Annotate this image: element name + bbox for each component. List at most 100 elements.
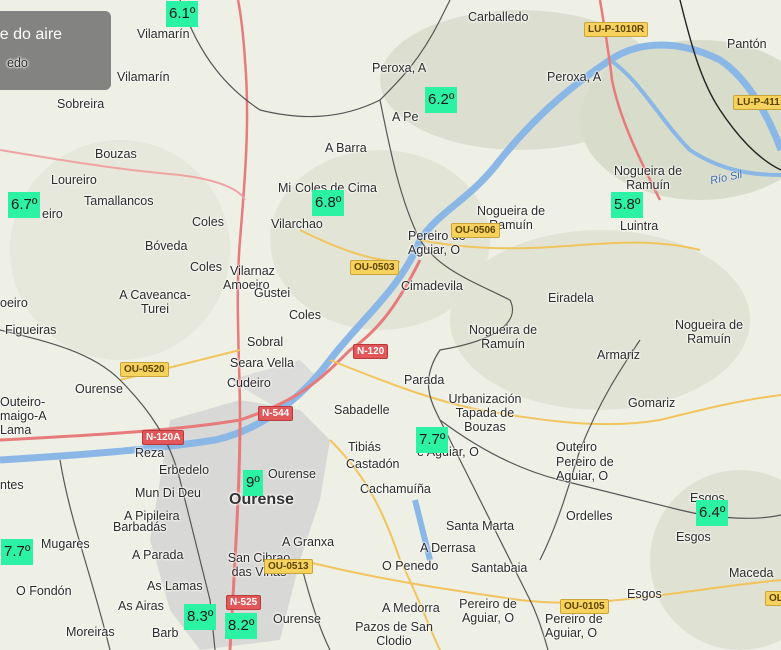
place-figueiras: Figueiras	[5, 323, 57, 337]
road-shield-ou-0513: OU-0513	[264, 559, 313, 574]
place-mun-di-deu: Mun Di Deu	[135, 486, 201, 500]
place-armariz: Armariz	[597, 348, 641, 362]
place-coles: Coles	[289, 308, 321, 322]
temperature-badge[interactable]: 6.4º	[696, 500, 729, 526]
place-carballedo: Carballedo	[468, 10, 529, 24]
temperature-badge[interactable]: 7.7º	[416, 427, 449, 453]
place-reza: Reza	[135, 446, 165, 460]
place-barbadas: Barbadás	[113, 520, 167, 534]
road-shield-ou: OL	[765, 591, 781, 606]
place-a-granxa: A Granxa	[282, 535, 335, 549]
place-tibias: Tibiás	[348, 440, 381, 454]
layer-panel-title: ade do aire	[0, 26, 63, 43]
place-vilamarin: Vilamarín	[117, 70, 170, 84]
place-seara-vella: Seara Vella	[230, 356, 294, 370]
place-barbadas: Barb	[152, 626, 179, 640]
place-vilarnaz: Vilarnaz	[230, 264, 275, 278]
place-loureiro: eiro	[42, 207, 63, 221]
place-gustei: Gustei	[254, 286, 291, 300]
place-sabadelle: Sabadelle	[334, 403, 390, 417]
place-castadon: Castadón	[346, 457, 400, 471]
road-shield-n-544: N-544	[258, 406, 294, 421]
place-ourense: Ourense	[268, 467, 316, 481]
place-pereiro-de-aguiar: Pereiro de Aguiar, O	[556, 455, 614, 483]
place-esgos: Esgos	[627, 587, 662, 601]
place-coles: Coles	[192, 215, 224, 229]
place-bouzas: Bouzas	[95, 147, 137, 161]
place-ourense: Ourense	[75, 382, 123, 396]
place-sobreira: Sobreira	[57, 97, 105, 111]
temperature-badge[interactable]: 7.7º	[1, 539, 34, 565]
place-erbedelo: Erbedelo	[159, 463, 210, 477]
place-parada: Parada	[404, 373, 445, 387]
place-tamallancos: Tamallancos	[84, 194, 154, 208]
place-cachamuina: Cachamuíña	[360, 482, 431, 496]
place-ordelles: Ordelles	[566, 509, 613, 523]
place-sobral: Sobral	[247, 335, 284, 349]
place-gomariz: Gomariz	[628, 396, 676, 410]
place-a-medorra: A Medorra	[382, 601, 440, 615]
temperature-badge[interactable]: 5.8º	[611, 192, 644, 218]
place-a-barra: A Barra	[325, 141, 367, 155]
temperature-badge[interactable]: 9º	[243, 470, 263, 496]
place-maceda: Maceda	[729, 566, 774, 580]
temperature-badge[interactable]: 6.7º	[8, 192, 41, 218]
road-shield-n-525: N-525	[226, 595, 262, 610]
place-urbanizacion-tapada-de-bouzas: Urbanización Tapada de Bouzas	[448, 392, 522, 434]
place-o-penedo: O Penedo	[382, 559, 439, 573]
place-outeiro-maigo-a-lama: Outeiro-maigo-A Lama	[0, 395, 46, 437]
temperature-badge[interactable]: 8.3º	[184, 604, 217, 630]
place-amoeiro: oeiro	[0, 296, 28, 310]
boundary-line	[59, 459, 111, 650]
place-edo: edo	[7, 56, 28, 70]
place-a-caveanca-turei: A Caveanca-Turei	[119, 288, 191, 316]
road-shield-ou-0105: OU-0105	[560, 599, 609, 614]
temperature-badge[interactable]: 6.8º	[312, 190, 345, 216]
road-shield-lu-p-411: LU-P-411	[733, 95, 781, 110]
place-outeiro: Outeiro	[556, 440, 597, 454]
map-base-layer	[0, 0, 781, 650]
temperature-badge[interactable]: 6.1º	[166, 1, 199, 27]
temperature-badge[interactable]: 6.2º	[425, 87, 458, 113]
road-shield-ou-0506: OU-0506	[451, 223, 500, 238]
road-shield-n-120a: N-120A	[142, 430, 185, 445]
place-as-lamas: As Lamas	[147, 579, 203, 593]
place-vilarchao: Vilarchao	[271, 217, 323, 231]
place-santabaia: Santabaia	[471, 561, 528, 575]
map-canvas[interactable]: ade do aire Río Sil Carballedo Pantón Pe…	[0, 0, 781, 650]
place-nogueira-de-ramuin: Nogueira de Ramuín	[674, 318, 744, 346]
place-peroxa-a: Peroxa, A	[547, 70, 602, 84]
place-vilamarin: Vilamarín	[137, 27, 190, 41]
place-a-parada: A Parada	[132, 548, 184, 562]
temperature-badge[interactable]: 8.2º	[225, 613, 258, 639]
place-cudeiro: Cudeiro	[227, 376, 271, 390]
road-shield-ou-0520: OU-0520	[120, 362, 169, 377]
place-ntes: ntes	[0, 478, 24, 492]
road-shield-ou-0503: OU-0503	[350, 260, 399, 275]
place-o-fondon: O Fondón	[16, 584, 72, 598]
place-cimadevila: Cimadevila	[401, 279, 463, 293]
road-shield-n-120: N-120	[353, 344, 389, 359]
place-mugares: Mugares	[41, 537, 90, 551]
place-pazos-de-san-clodio: Pazos de San Clodio	[355, 620, 433, 648]
road-shield-lu-p-1010r: LU-P-1010R	[584, 22, 649, 37]
place-loureiro: Loureiro	[51, 173, 97, 187]
place-peroxa-a: Peroxa, A	[372, 61, 427, 75]
place-moreiras: Moreiras	[66, 625, 115, 639]
place-a-derrasa: A Derrasa	[420, 541, 476, 555]
place-as-airas: As Airas	[118, 599, 164, 613]
place-micoles: Mi	[278, 181, 292, 195]
place-panton: Pantón	[727, 37, 767, 51]
place-luintra: Luintra	[620, 219, 659, 233]
place-coles: Coles	[190, 260, 222, 274]
place-nogueira-de-ramuin: Nogueira de Ramuín	[613, 164, 683, 192]
place-boveda: Bóveda	[145, 239, 188, 253]
place-nogueira-de-ramuin: Nogueira de Ramuín	[468, 323, 538, 351]
place-a-pereira: A Pe	[392, 110, 419, 124]
place-esgos: Esgos	[676, 530, 711, 544]
place-ourense: Ourense	[273, 612, 321, 626]
place-pereiro-de-aguiar: Pereiro de Aguiar, O	[545, 612, 603, 640]
place-eiradela: Eiradela	[548, 291, 594, 305]
layer-panel[interactable]: ade do aire	[0, 11, 111, 90]
place-santa-marta: Santa Marta	[446, 519, 515, 533]
